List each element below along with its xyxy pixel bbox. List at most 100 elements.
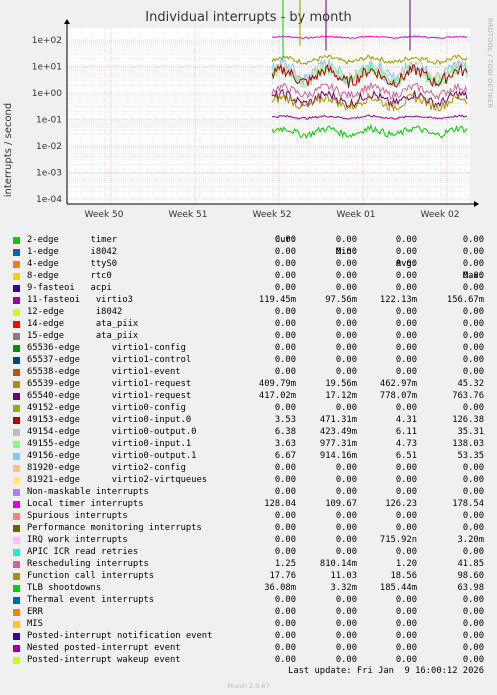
legend-max: 0.00 — [462, 403, 484, 413]
legend-avg: 1.20 — [395, 559, 417, 569]
legend-max: 0.00 — [462, 631, 484, 641]
legend-label: Posted-interrupt notification event — [27, 631, 213, 641]
legend-label: Posted-interrupt wakeup event — [27, 655, 181, 665]
legend-min: 0.00 — [335, 619, 357, 629]
legend-avg: 0.00 — [395, 607, 417, 617]
x-tick-label: Week 50 — [85, 210, 124, 220]
chart-plot: 1e+02 1e+01 1e+00 1e-01 1e-02 1e-03 1e-04 Week… — [32, 0, 479, 220]
legend-avg: 0.00 — [395, 403, 417, 413]
legend-cur: 0.00 — [274, 343, 296, 353]
y-tick-label: 1e+00 — [32, 89, 63, 99]
legend-cur: 0.00 — [274, 595, 296, 605]
legend-label: 9-fasteoi acpi — [27, 283, 112, 293]
legend-swatch — [13, 333, 20, 340]
legend-label: Thermal event interrupts — [27, 595, 155, 605]
legend-min: 0.00 — [335, 247, 357, 257]
legend-swatch — [13, 285, 20, 292]
legend-max: 0.00 — [462, 487, 484, 497]
legend-cur: 0.00 — [274, 259, 296, 269]
legend-swatch — [13, 393, 20, 400]
legend-min: 0.00 — [335, 283, 357, 293]
legend-max: 0.00 — [462, 283, 484, 293]
legend-swatch — [13, 549, 20, 556]
legend-avg: 0.00 — [395, 259, 417, 269]
legend-avg: 4.31 — [395, 415, 417, 425]
legend-min: 0.00 — [335, 259, 357, 269]
legend-label: Non-maskable interrupts — [27, 487, 149, 497]
legend-avg: 18.56 — [390, 571, 417, 581]
legend-min: 0.00 — [335, 475, 357, 485]
legend-label: Spurious interrupts — [27, 511, 128, 521]
legend-avg: 6.11 — [395, 427, 417, 437]
legend-max: 0.00 — [462, 595, 484, 605]
legend-max: 0.00 — [462, 655, 484, 665]
x-tick-label: Week 02 — [421, 210, 460, 220]
legend-max: 41.85 — [457, 559, 484, 569]
legend-max: 126.38 — [452, 415, 484, 425]
legend-avg: 462.97m — [379, 379, 417, 389]
plot-background — [67, 28, 470, 204]
legend-label: 49154-edge virtio0-output.0 — [27, 427, 197, 437]
legend-avg: 0.00 — [395, 487, 417, 497]
legend-min: 0.00 — [335, 463, 357, 473]
legend-label: ERR — [27, 607, 43, 617]
legend-label: 49153-edge virtio0-input.0 — [27, 415, 192, 425]
legend-min: 977.31m — [319, 439, 357, 449]
legend-swatch — [13, 405, 20, 412]
legend-min: 0.00 — [335, 643, 357, 653]
legend-avg: 0.00 — [395, 319, 417, 329]
legend-max: 98.60 — [457, 571, 484, 581]
y-tick-label: 1e+01 — [32, 63, 62, 73]
legend-swatch — [13, 237, 20, 244]
legend-min: 471.31m — [319, 415, 357, 425]
legend-swatch — [13, 297, 20, 304]
y-tick-label: 1e-02 — [36, 142, 62, 152]
legend-cur: 0.00 — [274, 631, 296, 641]
legend-max: 0.00 — [462, 475, 484, 485]
legend-label: 65540-edge virtio1-request — [27, 391, 192, 401]
legend-avg: 0.00 — [395, 595, 417, 605]
legend-label: 49156-edge virtio0-output.1 — [27, 451, 197, 461]
legend-min: 17.12m — [325, 391, 357, 401]
legend-swatch — [13, 261, 20, 268]
legend-min: 0.00 — [335, 355, 357, 365]
legend-max: 0.00 — [462, 355, 484, 365]
legend-cur: 36.08m — [264, 583, 296, 593]
legend-min: 423.49m — [319, 427, 357, 437]
x-tick-label: Week 52 — [253, 210, 292, 220]
x-tick-label: Week 51 — [169, 210, 208, 220]
legend-avg: 0.00 — [395, 655, 417, 665]
legend-avg: 4.73 — [395, 439, 417, 449]
legend-cur: 0.00 — [274, 367, 296, 377]
legend-max: 0.00 — [462, 511, 484, 521]
legend-swatch — [13, 621, 20, 628]
legend-min: 0.00 — [335, 607, 357, 617]
legend-cur: 409.79m — [258, 379, 296, 389]
legend-label: Rescheduling interrupts — [27, 559, 149, 569]
legend-cur: 0.00 — [274, 331, 296, 341]
legend-swatch — [13, 429, 20, 436]
legend-label: Function call interrupts — [27, 571, 155, 581]
legend-swatch — [13, 381, 20, 388]
legend-label: 49152-edge virtio0-config — [27, 403, 186, 413]
legend-swatch — [13, 489, 20, 496]
legend-cur: 6.38 — [274, 427, 296, 437]
legend-cur: 0.00 — [274, 307, 296, 317]
legend-cur: 0.00 — [274, 487, 296, 497]
legend-min: 0.00 — [335, 487, 357, 497]
legend-min: 914.16m — [319, 451, 357, 461]
legend-cur: 119.45m — [258, 295, 296, 305]
legend-avg: 0.00 — [395, 511, 417, 521]
legend-min: 0.00 — [335, 535, 357, 545]
legend-swatch — [13, 453, 20, 460]
legend-cur: 0.00 — [274, 511, 296, 521]
legend-avg: 0.00 — [395, 247, 417, 257]
legend-max: 156.67m — [446, 295, 484, 305]
legend-max: 63.98 — [457, 583, 484, 593]
legend-avg: 0.00 — [395, 475, 417, 485]
legend-max: 35.31 — [457, 427, 484, 437]
legend-label: 65538-edge virtio1-event — [27, 367, 181, 377]
legend-cur: 0.00 — [274, 355, 296, 365]
legend-min: 0.00 — [335, 655, 357, 665]
last-update: Last update: Fri Jan 9 16:00:12 2026 — [288, 666, 484, 676]
